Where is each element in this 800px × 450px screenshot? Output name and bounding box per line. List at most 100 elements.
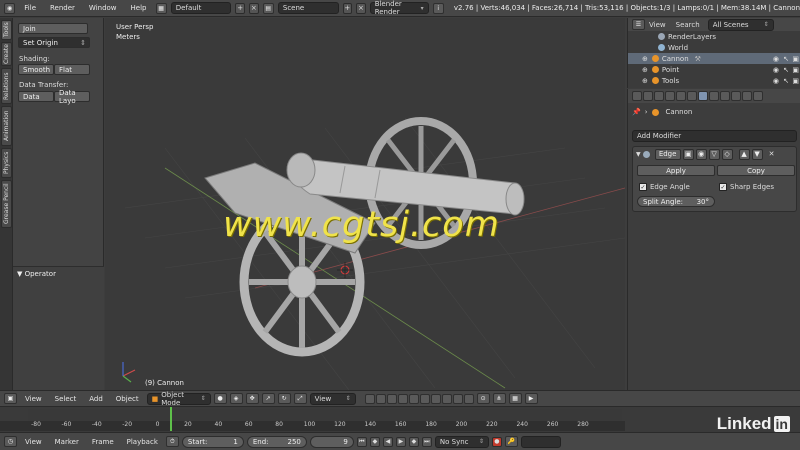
screen-layout-dropdown[interactable]: Default — [170, 2, 232, 14]
operator-header[interactable]: ▼ Operator — [17, 270, 56, 278]
lock-to-scene-icon[interactable]: ⊙ — [476, 393, 490, 404]
layer-buttons[interactable] — [364, 393, 474, 404]
particles-tab-icon[interactable] — [742, 91, 752, 101]
join-button[interactable]: Join — [18, 23, 88, 34]
object-tab-icon[interactable] — [676, 91, 686, 101]
scene-tab-icon[interactable] — [654, 91, 664, 101]
modifiers-tab-icon[interactable] — [698, 91, 708, 101]
record-keyframe-icon[interactable]: ● — [491, 436, 502, 447]
tab-physics[interactable]: Physics — [1, 148, 12, 178]
outliner-view-menu[interactable]: View — [649, 21, 666, 29]
flat-button[interactable]: Flat — [54, 64, 90, 75]
world-tab-icon[interactable] — [665, 91, 675, 101]
render-layers-tab-icon[interactable] — [643, 91, 653, 101]
menu-window[interactable]: Window — [84, 4, 122, 12]
render-engine-dropdown[interactable]: Blender Render ▾ — [369, 0, 429, 16]
view-menu[interactable]: View — [20, 395, 47, 403]
cannon-visibility-eye-icon[interactable]: ◉ — [773, 55, 779, 63]
timeline-view-menu[interactable]: View — [20, 438, 47, 446]
outliner-row-point[interactable]: ⊕ Point ◉ ↖ ▣ — [628, 64, 800, 75]
physics-tab-icon[interactable] — [753, 91, 763, 101]
current-frame-playhead[interactable] — [170, 407, 173, 431]
outliner-type-icon[interactable]: ☰ — [632, 19, 645, 30]
pin-icon[interactable]: 📌 — [632, 108, 641, 116]
jump-next-keyframe-icon[interactable]: ◆ — [408, 436, 419, 447]
render-tab-icon[interactable] — [632, 91, 642, 101]
collapse-arrow-icon[interactable]: ▼ — [636, 151, 641, 158]
outliner-row-tools[interactable]: ⊕ Tools ◉ ↖ ▣ — [628, 75, 800, 86]
jump-start-icon[interactable]: ⏮ — [356, 436, 367, 447]
blender-logo-icon[interactable]: ◉ — [4, 2, 16, 14]
outliner-scenes-dropdown[interactable]: All Scenes ⇕ — [707, 18, 774, 31]
preview-range-icon[interactable]: ⏱ — [165, 436, 179, 447]
object-menu[interactable]: Object — [111, 395, 144, 403]
tools-render-camera-icon[interactable]: ▣ — [792, 77, 799, 85]
tab-create[interactable]: Create — [1, 42, 12, 66]
select-menu[interactable]: Select — [50, 395, 82, 403]
keying-set-dropdown[interactable] — [520, 435, 561, 448]
tab-relations[interactable]: Relations — [1, 68, 12, 104]
smooth-button[interactable]: Smooth — [18, 64, 54, 75]
timeline-marker-menu[interactable]: Marker — [50, 438, 84, 446]
timeline-playback-menu[interactable]: Playback — [122, 438, 163, 446]
screen-layout-icon[interactable]: ▦ — [155, 2, 167, 14]
snap-magnet-icon[interactable]: ⋔ — [492, 393, 506, 404]
menu-file[interactable]: File — [19, 4, 41, 12]
manipulator-toggle-icon[interactable]: ✥ — [245, 393, 259, 404]
current-frame-field[interactable]: 9 — [309, 435, 354, 448]
translate-manipulator-icon[interactable]: ↗ — [261, 393, 275, 404]
menu-help[interactable]: Help — [126, 4, 152, 12]
show-in-viewport-icon[interactable]: ◉ — [695, 148, 707, 160]
cannon-render-camera-icon[interactable]: ▣ — [792, 55, 799, 63]
jump-prev-keyframe-icon[interactable]: ◆ — [369, 436, 380, 447]
outliner-row-world[interactable]: World — [628, 42, 800, 53]
data-layout-button[interactable]: Data Layo — [54, 89, 90, 105]
menu-render[interactable]: Render — [45, 4, 80, 12]
show-on-cage-icon[interactable]: ◇ — [721, 148, 733, 160]
data-tab-icon[interactable] — [709, 91, 719, 101]
tools-select-cursor-icon[interactable]: ↖ — [783, 77, 789, 85]
timeline-area[interactable] — [28, 409, 622, 421]
remove-screen-button[interactable]: × — [249, 2, 259, 14]
start-frame-field[interactable]: Start: 1 — [181, 435, 244, 448]
add-modifier-dropdown[interactable]: Add Modifier — [632, 130, 797, 142]
editor-type-icon[interactable]: ▣ — [4, 393, 17, 404]
add-screen-button[interactable]: + — [235, 2, 245, 14]
scene-dropdown[interactable]: Scene — [277, 2, 339, 14]
add-menu[interactable]: Add — [84, 395, 108, 403]
transform-orientation-dropdown[interactable]: View ⇕ — [309, 392, 356, 405]
tab-animation[interactable]: Animation — [1, 106, 12, 146]
point-render-camera-icon[interactable]: ▣ — [792, 66, 799, 74]
viewport-shading-icon[interactable]: ● — [213, 393, 227, 404]
interaction-mode-dropdown[interactable]: ■ Object Mode ⇕ — [146, 391, 211, 407]
move-down-icon[interactable]: ▼ — [751, 148, 763, 160]
tab-grease-pencil[interactable]: Grease Pencil — [1, 180, 12, 228]
play-icon[interactable]: ▶ — [395, 436, 406, 447]
opengl-render-icon[interactable]: ▶ — [524, 393, 538, 404]
add-scene-button[interactable]: + — [342, 2, 353, 14]
modifier-name-field[interactable]: Edge — [654, 148, 681, 160]
outliner-search-menu[interactable]: Search — [676, 21, 700, 29]
material-tab-icon[interactable] — [720, 91, 730, 101]
play-reverse-icon[interactable]: ◀ — [382, 436, 393, 447]
move-up-icon[interactable]: ▲ — [738, 148, 750, 160]
end-frame-field[interactable]: End: 250 — [246, 435, 307, 448]
copy-button[interactable]: Copy — [717, 165, 795, 176]
edge-angle-checkbox[interactable]: ✓ Edge Angle — [639, 183, 690, 191]
3d-viewport[interactable]: User Persp Meters (9) Cannon www.cgtsj.c… — [105, 18, 625, 390]
outliner-row-cannon[interactable]: ⊕ Cannon ⚒ ◉ ↖ ▣ — [628, 53, 800, 64]
show-in-editmode-icon[interactable]: ▽ — [708, 148, 720, 160]
show-in-render-icon[interactable]: ▣ — [682, 148, 694, 160]
remove-modifier-close-icon[interactable]: ✕ — [769, 150, 775, 158]
data-button[interactable]: Data — [18, 91, 54, 102]
split-angle-field[interactable]: Split Angle: 30° — [637, 196, 715, 207]
outliner-row-renderlayers[interactable]: RenderLayers — [628, 31, 800, 42]
apply-button[interactable]: Apply — [637, 165, 715, 176]
timeline-frame-menu[interactable]: Frame — [87, 438, 119, 446]
point-select-cursor-icon[interactable]: ↖ — [783, 66, 789, 74]
point-visibility-eye-icon[interactable]: ◉ — [773, 66, 779, 74]
pivot-point-icon[interactable]: ◈ — [229, 393, 243, 404]
timeline-editor-type-icon[interactable]: ◷ — [4, 436, 17, 447]
constraints-tab-icon[interactable] — [687, 91, 697, 101]
sharp-edges-checkbox[interactable]: ✓ Sharp Edges — [719, 183, 774, 191]
